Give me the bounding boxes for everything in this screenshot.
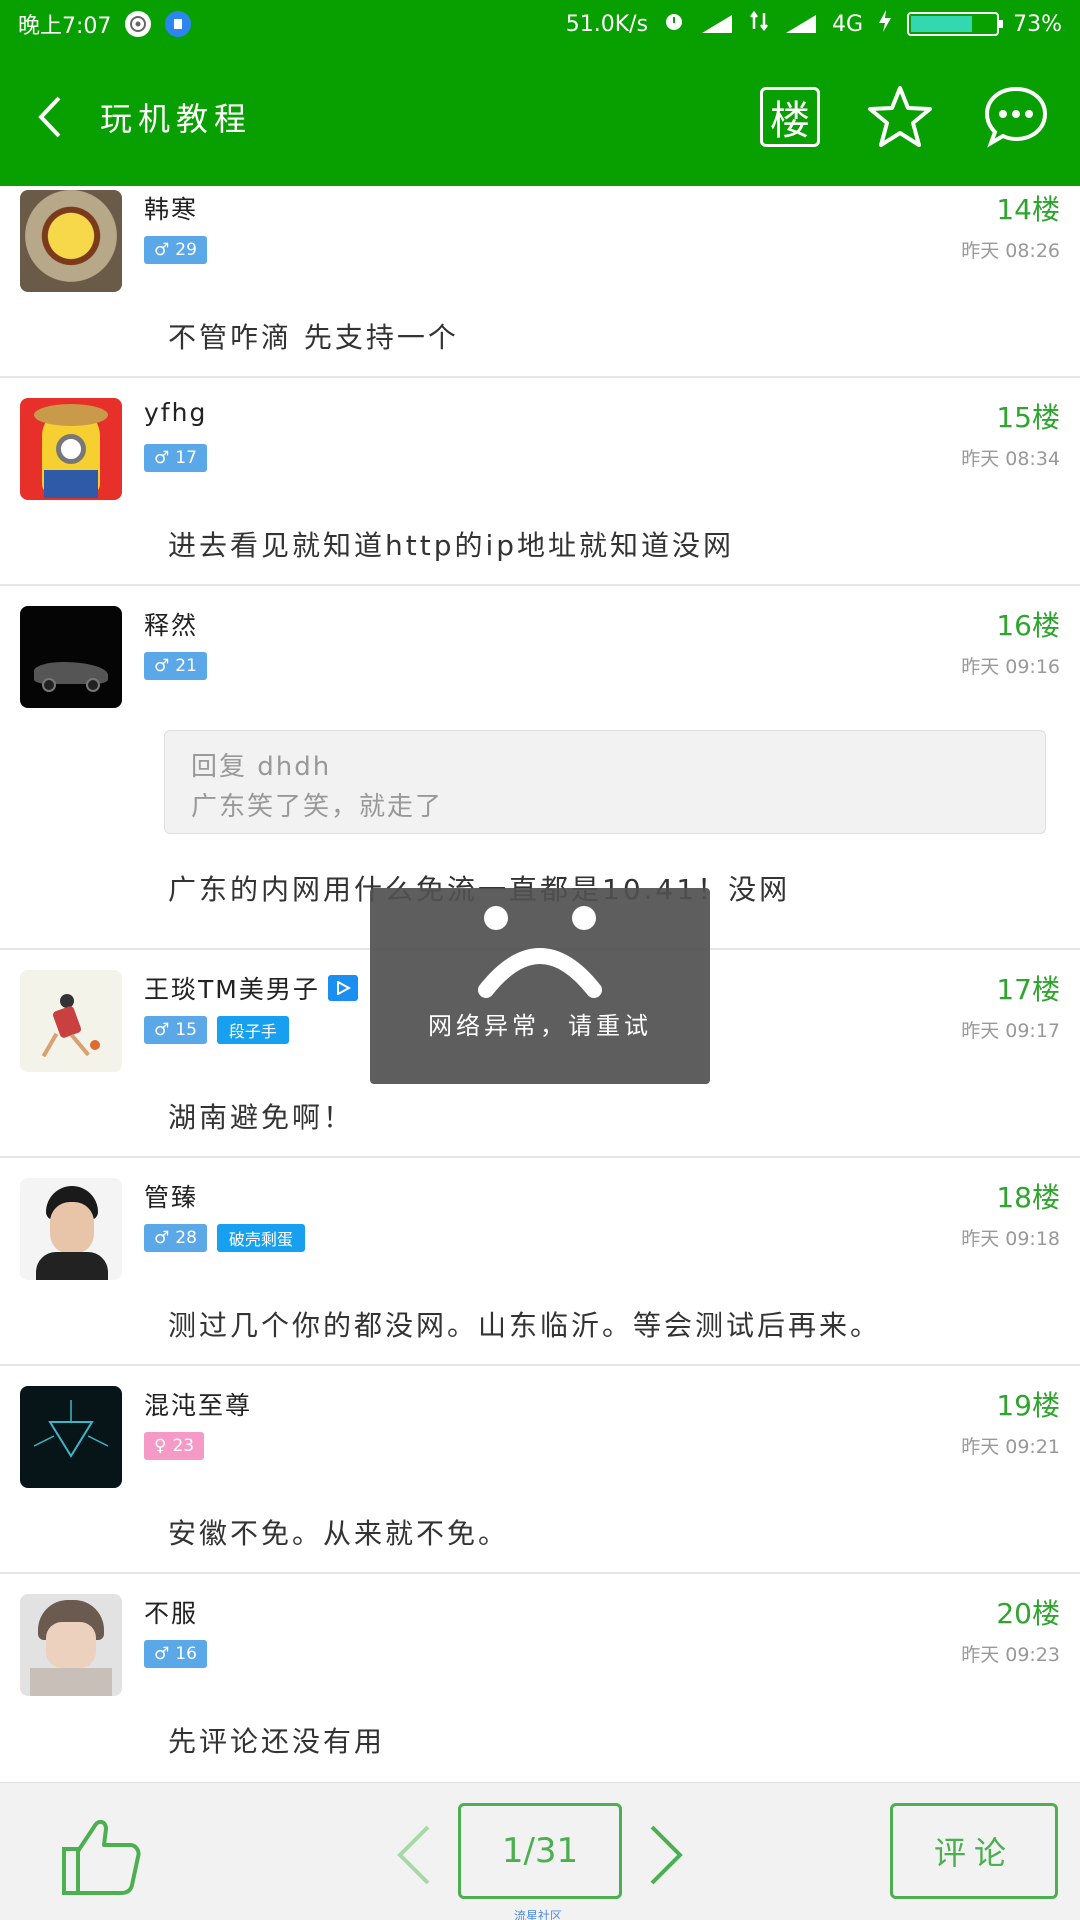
post-content: 安徽不免。从来就不免。 — [168, 1517, 510, 1550]
gender-level-badge: ♀ 23 — [144, 1432, 205, 1460]
floor-number: 19楼 — [996, 1389, 1060, 1422]
signal-icon-2 — [786, 15, 817, 33]
gender-level-badge: ♂ 29 — [144, 236, 207, 264]
avatar[interactable] — [20, 1178, 122, 1280]
title-badge: 段子手 — [216, 1016, 289, 1044]
toast-message: 网络异常，请重试 — [428, 1012, 652, 1040]
back-button[interactable] — [0, 48, 100, 186]
chevron-left-icon — [397, 1825, 430, 1885]
quote-text: 广东笑了笑，就走了 — [191, 792, 444, 822]
title-bar: 玩机教程 楼 — [0, 48, 1080, 186]
floor-number: 18楼 — [996, 1181, 1060, 1214]
jump-to-floor-button[interactable]: 楼 — [760, 87, 820, 147]
post-content: 湖南避免啊！ — [168, 1101, 355, 1134]
error-toast: 网络异常，请重试 — [370, 888, 710, 1084]
gender-level-badge: ♂ 28 — [144, 1224, 207, 1252]
avatar[interactable] — [20, 1594, 122, 1696]
gender-level-badge: ♂ 17 — [144, 444, 207, 472]
avatar[interactable] — [20, 606, 122, 708]
gender-level-badge: ♂ 16 — [144, 1640, 207, 1668]
floor-number: 17楼 — [996, 973, 1060, 1006]
quote-title: 回复 dhdh — [191, 752, 332, 782]
chevron-right-icon — [650, 1825, 683, 1885]
quoted-reply[interactable]: 回复 dhdh 广东笑了笑，就走了 — [164, 730, 1046, 834]
video-badge-icon — [327, 975, 358, 1001]
username[interactable]: 不服 — [144, 1594, 198, 1630]
signal-icon — [702, 15, 733, 33]
post-time: 昨天 09:21 — [961, 1436, 1060, 1458]
list-item[interactable]: 韩寒 ♂ 29 14楼 昨天 08:26 不管咋滴 先支持一个 — [0, 186, 1080, 378]
battery-percent: 73% — [1013, 11, 1062, 37]
user-tags: ♀ 23 — [144, 1432, 205, 1460]
floor-number: 15楼 — [996, 401, 1060, 434]
thumbs-up-icon — [62, 1820, 141, 1895]
app-notification-icon — [125, 11, 152, 37]
status-bar: 晚上7:07 51.0K/s 4G 73% — [0, 0, 1080, 48]
gender-level-badge: ♂ 15 — [144, 1016, 207, 1044]
message-button[interactable] — [980, 81, 1052, 153]
sad-face-icon — [478, 906, 602, 998]
next-page-button[interactable] — [644, 1823, 688, 1887]
avatar[interactable] — [20, 190, 122, 292]
floor-number: 20楼 — [996, 1597, 1060, 1630]
list-item[interactable]: yfhg ♂ 17 15楼 昨天 08:34 进去看见就知道http的ip地址就知… — [0, 378, 1080, 586]
post-time: 昨天 08:34 — [961, 448, 1060, 470]
post-time: 昨天 09:17 — [961, 1020, 1060, 1042]
star-icon — [868, 86, 932, 147]
list-item[interactable]: 混沌至尊 ♀ 23 19楼 昨天 09:21 安徽不免。从来就不免。 — [0, 1366, 1080, 1574]
post-time: 昨天 09:23 — [961, 1644, 1060, 1666]
username[interactable]: 王琰TM美男子 — [144, 970, 358, 1006]
user-tags: ♂ 17 — [144, 444, 207, 472]
list-item[interactable]: 管臻 ♂ 28 破壳剩蛋 18楼 昨天 09:18 测过几个你的都没网。山东临沂。… — [0, 1158, 1080, 1366]
avatar[interactable] — [20, 1386, 122, 1488]
post-time: 昨天 09:18 — [961, 1228, 1060, 1250]
chevron-left-icon — [38, 96, 61, 138]
user-tags: ♂ 16 — [144, 1640, 207, 1668]
page-indicator[interactable]: 1/31 — [458, 1803, 622, 1899]
status-time: 晚上7:07 — [18, 14, 112, 39]
charging-icon — [877, 9, 893, 39]
user-tags: ♂ 28 破壳剩蛋 — [144, 1224, 305, 1252]
post-content: 不管咋滴 先支持一个 — [168, 321, 459, 354]
title-badge: 破壳剩蛋 — [216, 1224, 305, 1252]
username[interactable]: yfhg — [144, 398, 207, 427]
avatar[interactable] — [20, 970, 122, 1072]
user-tags: ♂ 15 段子手 — [144, 1016, 289, 1044]
bottom-bar: 1/31 评论 流星社区 — [0, 1782, 1080, 1920]
floor-number: 16楼 — [996, 609, 1060, 642]
net-speed: 51.0K/s — [565, 11, 649, 37]
post-time: 昨天 08:26 — [961, 240, 1060, 262]
alarm-icon — [662, 9, 686, 39]
page-title: 玩机教程 — [100, 100, 253, 138]
avatar[interactable] — [20, 398, 122, 500]
username[interactable]: 释然 — [144, 606, 198, 642]
user-tags: ♂ 29 — [144, 236, 207, 264]
prev-page-button[interactable] — [392, 1823, 436, 1887]
post-content: 进去看见就知道http的ip地址就知道没网 — [168, 529, 735, 562]
post-content: 先评论还没有用 — [168, 1725, 386, 1758]
gender-level-badge: ♂ 21 — [144, 652, 207, 680]
battery-icon — [907, 12, 1004, 36]
username[interactable]: 管臻 — [144, 1178, 198, 1214]
network-type: 4G — [832, 11, 864, 37]
post-time: 昨天 09:16 — [961, 656, 1060, 678]
list-item[interactable]: 不服 ♂ 16 20楼 昨天 09:23 先评论还没有用 — [0, 1574, 1080, 1782]
username[interactable]: 混沌至尊 — [144, 1386, 252, 1422]
chat-bubble-icon — [984, 86, 1048, 148]
username[interactable]: 韩寒 — [144, 190, 198, 226]
post-content: 测过几个你的都没网。山东临沂。等会测试后再来。 — [168, 1309, 882, 1342]
like-button[interactable] — [56, 1811, 146, 1901]
user-tags: ♂ 21 — [144, 652, 207, 680]
data-transfer-icon — [748, 10, 770, 38]
app-notification-icon-2 — [165, 11, 192, 37]
footer-label: 流星社区 — [514, 1909, 563, 1920]
comment-button[interactable]: 评论 — [890, 1803, 1058, 1899]
floor-number: 14楼 — [996, 193, 1060, 226]
favorite-button[interactable] — [864, 81, 936, 153]
